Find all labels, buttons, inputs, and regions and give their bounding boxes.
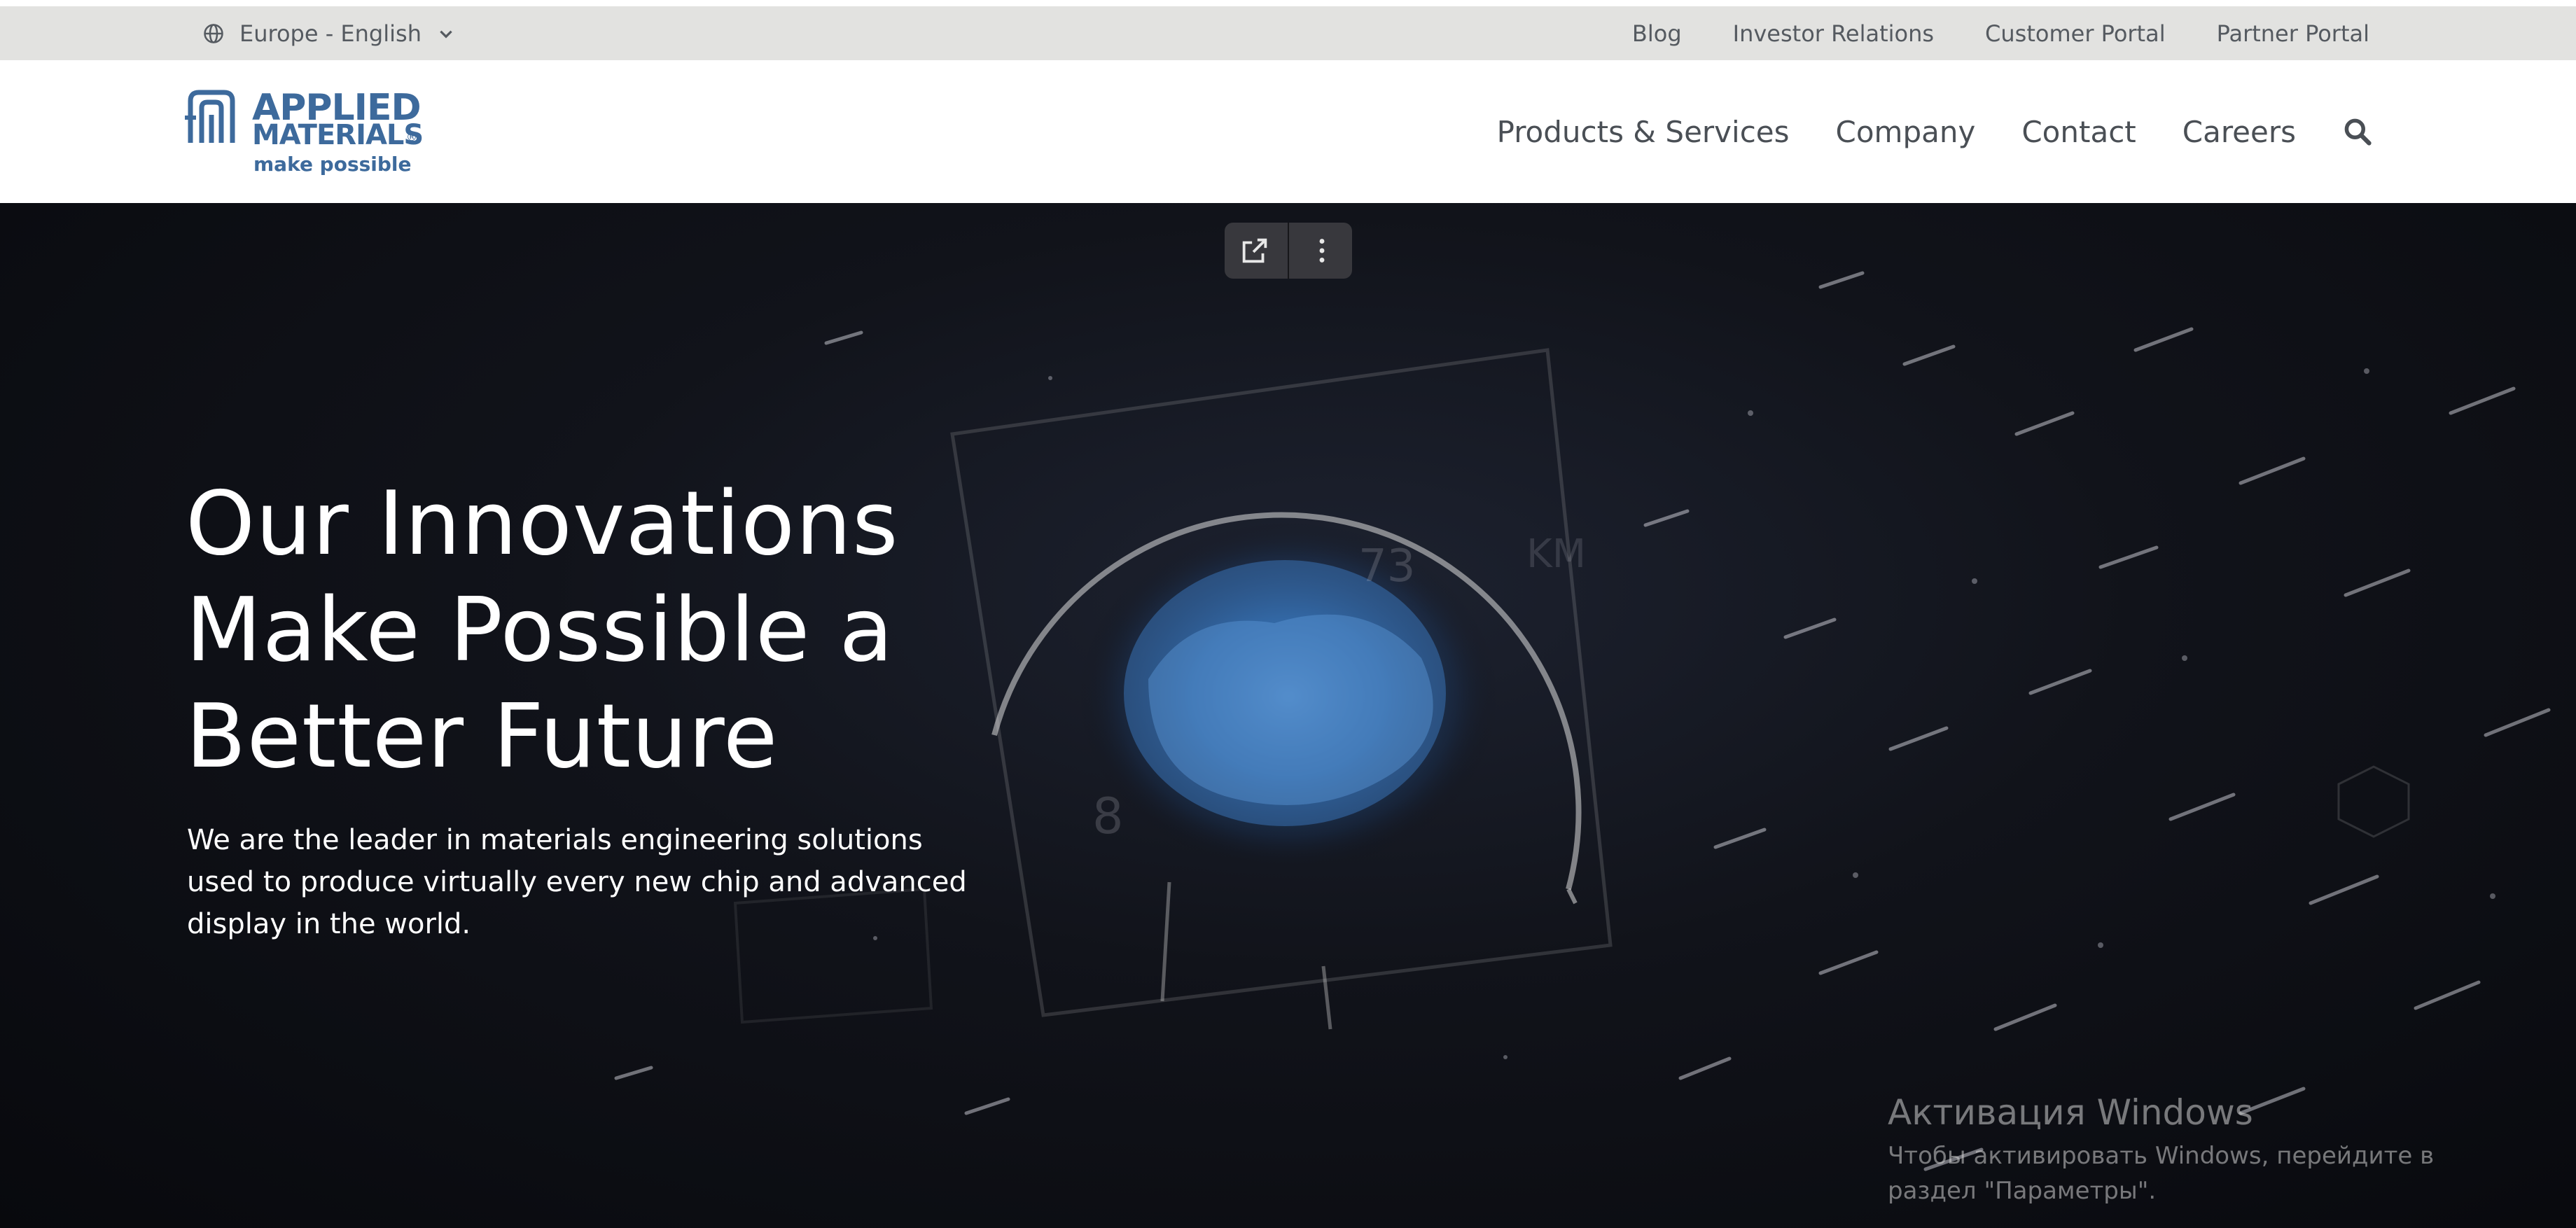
logo-tagline: make possible bbox=[253, 153, 412, 176]
hero-description: We are the leader in materials engineeri… bbox=[187, 824, 967, 940]
link-blog[interactable]: Blog bbox=[1632, 20, 1682, 47]
region-selector[interactable]: Europe - English bbox=[203, 6, 455, 60]
svg-text:73: 73 bbox=[1358, 540, 1415, 592]
watermark-title: Активация Windows bbox=[1888, 1092, 2253, 1133]
link-customer-portal[interactable]: Customer Portal bbox=[1985, 20, 2166, 47]
logo-registered-mark: ® bbox=[406, 130, 417, 144]
chevron-down-icon bbox=[437, 25, 455, 43]
utility-bar: Europe - English Blog Investor Relations… bbox=[0, 0, 2576, 60]
page: Europe - English Blog Investor Relations… bbox=[0, 0, 2576, 1228]
nav-careers[interactable]: Careers bbox=[2182, 115, 2296, 149]
more-vertical-icon[interactable] bbox=[1294, 223, 1350, 279]
main-nav: Products & Services Company Contact Care… bbox=[1497, 60, 2373, 203]
utility-links: Blog Investor Relations Customer Portal … bbox=[1632, 6, 2369, 60]
link-investor-relations[interactable]: Investor Relations bbox=[1733, 20, 1934, 47]
video-controls bbox=[1225, 223, 1352, 279]
applied-materials-logo[interactable]: APPLIED MATERIALS ® make possible bbox=[183, 87, 424, 178]
globe-icon bbox=[203, 23, 224, 44]
search-icon[interactable] bbox=[2342, 116, 2373, 147]
region-label: Europe - English bbox=[239, 20, 422, 47]
logo-mark-icon bbox=[185, 90, 235, 143]
svg-text:8: 8 bbox=[1092, 788, 1124, 845]
main-header: APPLIED MATERIALS ® make possible Produc… bbox=[0, 60, 2576, 203]
watermark-subtitle: Чтобы активировать Windows, перейдите в … bbox=[1888, 1142, 2435, 1205]
nav-products-services[interactable]: Products & Services bbox=[1497, 115, 1790, 149]
svg-text:KM: KM bbox=[1526, 531, 1586, 577]
hero-title: Our Innovations Make Possible a Better F… bbox=[186, 472, 899, 788]
external-link-icon[interactable] bbox=[1227, 223, 1283, 279]
windows-activation-watermark: Активация Windows Чтобы активировать Win… bbox=[1888, 1092, 2518, 1208]
nav-company[interactable]: Company bbox=[1836, 115, 1976, 149]
nav-contact[interactable]: Contact bbox=[2021, 115, 2136, 149]
logo-wordmark-line2: MATERIALS bbox=[252, 119, 424, 151]
link-partner-portal[interactable]: Partner Portal bbox=[2217, 20, 2369, 47]
hero-section: 8 73 KM Our Innovations Make Possible a … bbox=[0, 203, 2576, 1228]
control-divider bbox=[1287, 223, 1289, 279]
